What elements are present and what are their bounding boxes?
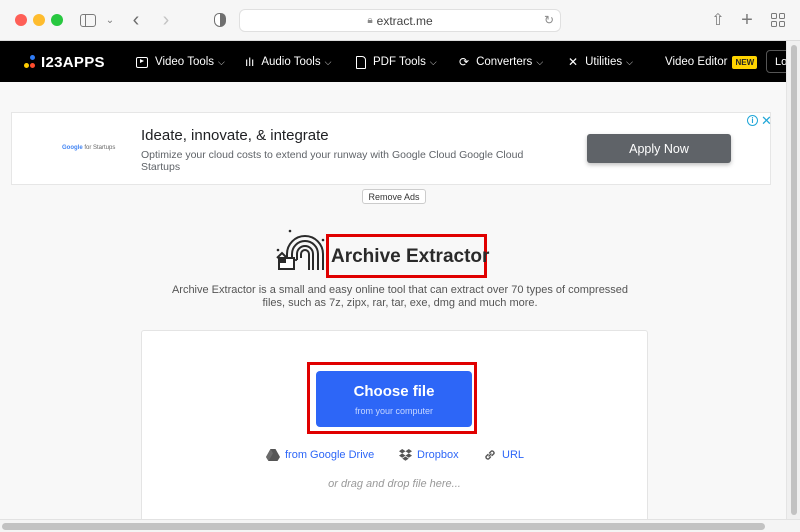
chevron-down-icon: ⌵	[218, 56, 225, 67]
nav-label: Audio Tools	[261, 56, 321, 68]
page-description: Archive Extractor is a small and easy on…	[171, 284, 629, 309]
nav-video-editor[interactable]: Video Editor NEW	[665, 53, 758, 71]
nav-audio-tools[interactable]: ılı Audio Tools ⌵	[245, 53, 331, 71]
nav-label: Utilities	[585, 56, 623, 68]
nav-video-tools[interactable]: Video Tools ⌵	[136, 53, 225, 71]
ad-brand-google: Google	[62, 145, 83, 151]
nav-label: Video Tools	[155, 56, 215, 68]
url-link[interactable]: URL	[483, 447, 524, 462]
site-navbar: I23APPS Video Tools ⌵ ılı Audio Tools ⌵ …	[0, 41, 800, 82]
url-label: URL	[502, 448, 525, 461]
page-title: Archive Extractor	[331, 246, 490, 267]
chevron-down-icon: ⌵	[626, 56, 633, 67]
apply-now-button[interactable]: Apply Now	[587, 134, 731, 163]
browser-toolbar: ⌄ ‹ › 🔒︎ extract.me ↻ ⇧ +	[0, 0, 800, 41]
ad-brand-logo: Google for Startups	[62, 145, 115, 151]
google-drive-link[interactable]: from Google Drive	[266, 447, 374, 462]
nav-pdf-tools[interactable]: PDF Tools ⌵	[356, 53, 437, 71]
privacy-shield-icon[interactable]	[212, 10, 228, 30]
chevron-down-icon: ⌵	[536, 56, 544, 67]
ad-title: Ideate, innovate, & integrate	[141, 127, 329, 144]
convert-icon: ⟳	[459, 55, 470, 69]
ad-description: Optimize your cloud costs to extend your…	[141, 149, 524, 173]
ad-banner[interactable]: Google for Startups Ideate, innovate, & …	[11, 112, 772, 185]
forward-button[interactable]: ›	[159, 9, 173, 31]
new-tab-icon[interactable]: +	[738, 9, 756, 31]
drag-drop-hint: or drag and drop file here...	[328, 478, 461, 490]
chevron-down-icon[interactable]: ⌄	[104, 10, 116, 30]
chevron-down-icon: ⌵	[324, 56, 332, 67]
reload-icon[interactable]: ↻	[544, 13, 554, 27]
logo-text: I23APPS	[41, 53, 105, 71]
dropbox-label: Dropbox	[417, 448, 459, 461]
chevron-down-icon: ⌵	[429, 56, 437, 67]
document-icon	[356, 55, 366, 69]
logo-dots-icon	[24, 54, 36, 70]
choose-file-button[interactable]: Choose file from your computer	[316, 371, 472, 427]
share-icon[interactable]: ⇧	[710, 10, 726, 30]
lock-icon: 🔒︎	[367, 15, 373, 26]
close-window-button[interactable]	[15, 14, 27, 26]
choose-file-sublabel: from your computer	[354, 405, 434, 416]
choose-file-label: Choose file	[353, 382, 435, 400]
dropbox-link[interactable]: Dropbox	[399, 447, 459, 462]
waveform-icon: ılı	[245, 55, 255, 69]
url-text: extract.me	[376, 13, 433, 28]
ad-info-icon[interactable]: i	[747, 115, 758, 126]
horizontal-scrollbar[interactable]	[0, 519, 800, 532]
link-icon	[483, 448, 497, 462]
horizontal-scrollbar-thumb[interactable]	[2, 523, 765, 530]
minimize-window-button[interactable]	[33, 14, 45, 26]
sidebar-toggle-icon[interactable]	[79, 10, 97, 30]
remove-ads-button[interactable]: Remove Ads	[362, 189, 426, 204]
nav-label: Converters	[476, 56, 533, 68]
new-badge: NEW	[732, 55, 758, 69]
back-button[interactable]: ‹	[129, 9, 143, 31]
google-drive-label: from Google Drive	[285, 448, 375, 461]
zoom-window-button[interactable]	[51, 14, 63, 26]
tab-overview-icon[interactable]	[770, 10, 786, 30]
ad-close-icon[interactable]: ✕	[761, 113, 772, 129]
play-icon	[136, 56, 148, 68]
nav-converters[interactable]: ⟳ Converters ⌵	[459, 53, 543, 71]
browser-window: ⌄ ‹ › 🔒︎ extract.me ↻ ⇧ + I23APPS Video …	[0, 0, 800, 532]
nav-label: PDF Tools	[373, 56, 426, 68]
nav-label: Video Editor	[665, 56, 728, 68]
vertical-scrollbar[interactable]	[786, 41, 800, 519]
archive-rainbow-icon	[276, 229, 325, 270]
site-logo[interactable]: I23APPS	[24, 53, 105, 71]
google-drive-icon	[266, 448, 280, 461]
tools-icon: ✕	[568, 55, 579, 69]
vertical-scrollbar-thumb[interactable]	[791, 45, 797, 515]
dropbox-icon	[399, 448, 412, 461]
ad-brand-rest: for Startups	[82, 145, 116, 151]
nav-utilities[interactable]: ✕ Utilities ⌵	[568, 53, 633, 71]
address-bar[interactable]: 🔒︎ extract.me ↻	[239, 9, 561, 32]
